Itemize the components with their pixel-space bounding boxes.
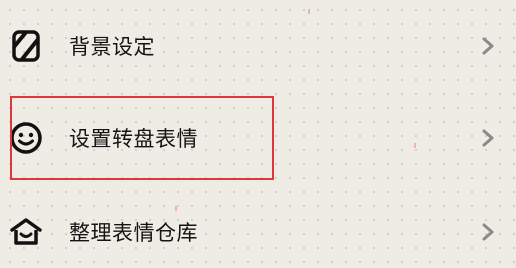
warehouse-icon [8, 214, 44, 250]
chevron-right-icon [478, 219, 498, 245]
menu-item-label: 整理表情仓库 [69, 221, 198, 245]
menu-item-label: 设置转盘表情 [69, 127, 198, 151]
menu-item-organize-emoji-warehouse[interactable]: 整理表情仓库 [0, 197, 516, 267]
smiley-icon [8, 120, 44, 156]
chevron-right-icon [478, 125, 498, 151]
striped-square-icon [8, 28, 44, 64]
menu-item-background-settings[interactable]: 背景设定 [0, 11, 516, 81]
menu-item-set-wheel-emoji[interactable]: 设置转盘表情 [0, 103, 516, 173]
menu-item-label: 背景设定 [69, 35, 155, 59]
chevron-right-icon [478, 33, 498, 59]
